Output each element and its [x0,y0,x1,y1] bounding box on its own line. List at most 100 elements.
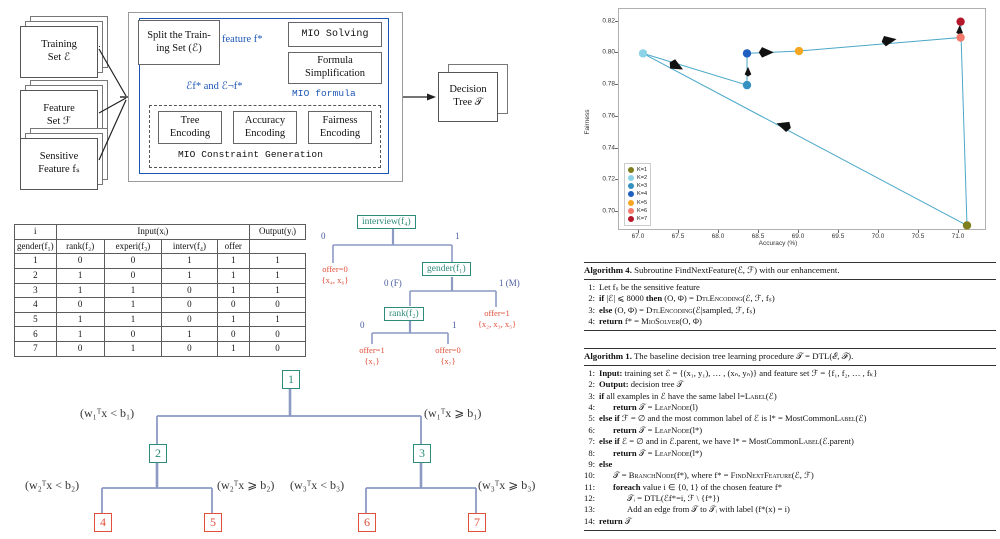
chart-direction-arrow [881,35,897,47]
algorithm-line-text: 𝒯ᵢ = DTL(ℰf*=i, ℱ \ {f*}) [627,492,720,503]
chart-point-k-4[interactable] [742,49,752,58]
legend-dot-icon [628,207,634,214]
legend-label: K=4 [637,191,648,198]
cell-input-1: 1 [103,341,163,357]
legend-dot-icon [628,174,634,181]
table-row: 311011 [14,282,306,299]
table-row: 701010 [14,341,306,357]
algorithm-4-title-bold: Algorithm 4. [584,265,632,275]
group-output-header: Output(yᵢ) [249,224,306,240]
algorithm-line-text: 𝒯 = BranchNode(f*), where f* = FindNextF… [613,470,814,481]
chart-point-k-2[interactable] [638,49,648,58]
btree-node-2: 2 [149,444,167,463]
algorithm-4-lines: 1: Let fₛ be the sensitive feature 2: if |ℰ… [584,280,996,330]
pipeline-flowchart: Training Set ℰ Feature Set ℱ Sensitive Feat… [0,0,580,200]
input-feature-line2: Set ℱ [46,116,72,127]
cell-input-1: 1 [103,311,163,328]
col-offer-header: offer [216,238,251,255]
algorithm-line-text: return 𝒯 [599,515,632,526]
chart-point-k-1[interactable] [962,221,972,230]
dtree-leaf-b-line2: {x₂, x₃, x₅} [477,318,517,329]
formula-simplification-box: Formula Simplification [288,52,382,84]
cell-input-2: 0 [161,282,218,299]
dtree-edge-rank-right: 1 [452,320,457,330]
btree-node-3: 3 [413,444,431,463]
cell-input-3: 0 [216,326,251,342]
algorithm-1-title: Algorithm 1. The baseline decision tree … [584,349,996,365]
algorithm-line-text: Input: training set ℰ = {(x₁, y₁), … , (… [599,368,878,379]
table-row: 401000 [14,297,306,313]
x-axis-label: Accuracy (%) [758,240,798,247]
output-line2: Tree 𝒯 [453,97,483,108]
dataset-table-panel: i Input(xᵢ) Output(yᵢ) gender(f₁) rank(f… [14,224,306,357]
chart-point-k-7[interactable] [956,17,965,26]
algorithm-1-title-bold: Algorithm 1. [584,351,632,361]
cell-input-3: 1 [216,282,251,299]
legend-dot-icon [628,199,634,206]
x-tick-label: 69.5 [831,233,845,240]
accuracy-encoding-line1: Accuracy [244,114,286,126]
table-row: 610100 [14,326,306,342]
plot-area: K=1 K=2 K=3 K=4 K=5 K=6 K=7 [618,8,986,230]
btree-leaf-4: 4 [94,513,112,532]
algorithm-line: 3: else (O, Φ) = DtlEncoding(ℰ|sampled, ℱ… [584,305,996,316]
cell-input-1: 0 [103,326,163,342]
accuracy-encoding-line2: Encoding [244,127,286,139]
legend-label: K=7 [637,215,648,222]
algorithm-line-text: return f* = MioSolver(O, Φ) [599,316,702,327]
cell-output: 1 [249,267,306,284]
algorithm-line: 6: return 𝒯 = LeafNode(l*) [584,425,996,436]
output-line1: Decision [449,84,487,96]
cell-index: 7 [14,341,57,357]
cell-input-0: 1 [55,282,105,299]
cell-input-1: 1 [103,297,163,313]
btree-label-right-2: (w₂ᵀx ⩾ b₂) [217,478,275,492]
cell-input-3: 0 [216,297,251,313]
cell-input-3: 1 [216,311,251,328]
algorithm-line: 14: return 𝒯 [584,516,996,527]
fairness-encoding-line2: Encoding [319,127,361,139]
algorithm-line-number: 12: [584,492,595,503]
algorithm-line: 4: return 𝒯 = LeafNode(l) [584,402,996,413]
chart-path [642,21,968,226]
dtree-leaf-a-line1: offer=0 [322,264,348,274]
cell-output: 0 [249,326,306,342]
col-index-header: i [14,224,57,240]
btree-label-left-2: (w₂ᵀx < b₂) [25,478,80,492]
algorithm-line-text: return 𝒯 = LeafNode(l*) [613,447,703,458]
btree-label-left-1: (w₁ᵀx < b₁) [80,406,135,420]
legend-item: K=2 [628,174,647,182]
group-input-header: Input(xᵢ) [55,224,251,240]
cell-index: 5 [14,311,57,328]
tree-encoding-line1: Tree [180,114,200,126]
cell-input-2: 0 [161,341,218,357]
algorithm-line-number: 1: [588,282,595,293]
algorithm-line-text: else (O, Φ) = DtlEncoding(ℰ|sampled, ℱ, … [599,304,756,315]
cell-index: 4 [14,297,57,313]
cell-input-2: 1 [161,326,218,342]
chart-point-k-6[interactable] [956,33,965,42]
algorithm-line: 5: else if ℱ = ∅ and the most common labe… [584,413,996,424]
chart-direction-arrow [776,121,791,132]
mio-solving-label: MIO Solving [301,28,369,40]
x-tick-mark [678,230,679,233]
btree-leaf-7: 7 [468,513,486,532]
algorithm-line-number: 3: [588,390,595,401]
algorithm-line: 7: else if ℰ = ∅ and in ℰ.parent, we have… [584,436,996,447]
x-tick-label: 67.0 [631,233,645,240]
legend-dot-icon [628,215,634,222]
chart-point-k-3[interactable] [742,80,752,90]
algorithm-line-text: return 𝒯 = LeafNode(l*) [613,424,703,435]
x-tick-label: 70.0 [871,233,885,240]
y-tick-mark [615,147,618,149]
y-tick-mark [615,20,618,22]
chart-point-k-5[interactable] [794,46,804,56]
algorithm-line-number: 7: [588,436,595,447]
algorithm-line: 8: return 𝒯 = LeafNode(l*) [584,448,996,459]
fairness-encoding-box: Fairness Encoding [308,111,372,144]
dtree-leaf-a-line2: {x₄, x₆} [321,274,349,285]
algorithm-line: 3: if all examples in ℰ have the same lab… [584,391,996,402]
algorithm-line-number: 3: [588,304,595,315]
edge-label-split-output: ℰf* and ℰ¬f* [186,81,243,92]
cell-input-0: 0 [55,297,105,313]
